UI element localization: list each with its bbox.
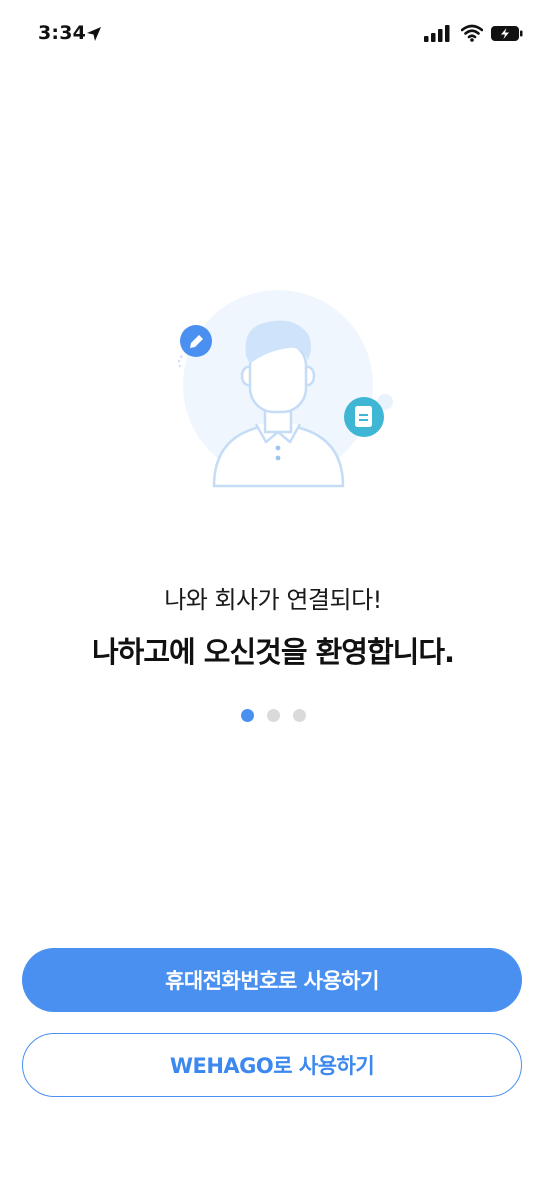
page-dot-3 xyxy=(292,709,306,722)
status-time: 3:34 xyxy=(38,22,87,44)
page-dot-1 xyxy=(240,709,254,722)
wehago-login-button-label: WEHAGO로 사용하기 xyxy=(169,1054,375,1078)
welcome-title: 나하고에 오신것을 환영합니다. xyxy=(91,635,455,669)
page-indicator xyxy=(0,709,546,722)
battery-charging-icon xyxy=(491,26,523,41)
page-dot-2 xyxy=(266,709,280,722)
status-bar: 3:34 xyxy=(0,0,546,70)
signal-icon xyxy=(424,25,450,42)
user-profile-illustration xyxy=(178,290,393,488)
wifi-icon xyxy=(461,24,483,42)
wehago-login-button[interactable]: WEHAGO로 사용하기 xyxy=(22,1033,522,1097)
welcome-subtitle: 나와 회사가 연결되다! xyxy=(164,586,382,614)
welcome-text: 나와 회사가 연결되다! 나하고에 오신것을 환영합니다. xyxy=(0,580,546,671)
phone-login-button-label: 휴대전화번호로 사용하기 xyxy=(165,969,379,993)
phone-login-button[interactable]: 휴대전화번호로 사용하기 xyxy=(22,948,522,1012)
location-arrow-icon xyxy=(87,27,101,41)
